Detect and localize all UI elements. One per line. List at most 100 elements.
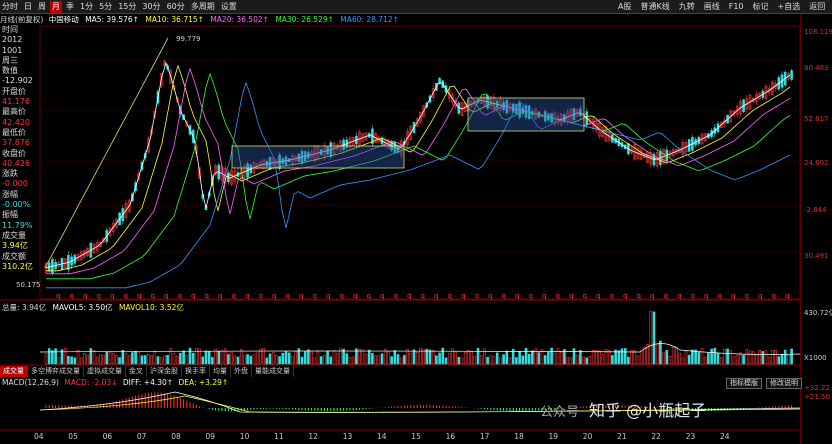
- volume-bar: [582, 356, 585, 365]
- volume-bar: [252, 354, 256, 365]
- volume-bar: [342, 348, 345, 365]
- marker-glyph: q: [556, 292, 560, 300]
- volume-bar: [227, 354, 230, 365]
- marker-glyph: q: [772, 292, 776, 300]
- volume-bar: [777, 356, 781, 365]
- volume-bar: [598, 350, 601, 365]
- info-value: 1001: [2, 45, 23, 55]
- volume-bar: [316, 351, 320, 365]
- volume-bar: [435, 355, 438, 365]
- indicator-tab-5[interactable]: 换手率: [182, 366, 210, 377]
- volume-bar: [73, 357, 77, 365]
- volume-legend: 总量: 3.94亿 MAVOL5: 3.50亿 MAVOL10: 3.52亿: [2, 302, 184, 313]
- indicator-tab-2[interactable]: 虚拟成交量: [84, 366, 126, 377]
- info-value: 37.876: [2, 138, 30, 148]
- volume-bar: [502, 354, 505, 365]
- indicator-tab-3[interactable]: 金叉: [126, 366, 147, 377]
- consolidation-box: [231, 145, 405, 169]
- volume-bar: [566, 357, 569, 365]
- candle-body: [790, 70, 793, 80]
- volume-bar: [275, 355, 278, 365]
- marker-glyph: q: [340, 292, 344, 300]
- volume-bar: [374, 355, 377, 365]
- ma-line-4: [46, 81, 791, 289]
- marker-glyph: q: [232, 292, 236, 300]
- volume-bar: [515, 357, 518, 365]
- volume-bar: [556, 348, 560, 365]
- volume-bar: [118, 357, 121, 365]
- volume-bar: [620, 348, 624, 365]
- marker-glyph: q: [299, 292, 303, 300]
- time-tick: 12: [308, 432, 318, 441]
- volume-bar: [790, 348, 793, 365]
- volume-bar: [307, 349, 310, 365]
- volume-bar: [521, 355, 525, 365]
- marker-glyph: q: [70, 292, 74, 300]
- volume-bar: [326, 350, 329, 365]
- volume-bar: [403, 355, 406, 365]
- info-value: 41.176: [2, 97, 30, 107]
- volume-bar: [495, 352, 499, 365]
- marker-glyph: q: [488, 292, 492, 300]
- edit-description-button[interactable]: 修改说明: [766, 378, 802, 389]
- marker-glyph: q: [664, 292, 668, 300]
- time-tick: 16: [445, 432, 456, 441]
- indicator-tab-7[interactable]: 外盘: [231, 366, 252, 377]
- volume-bar: [595, 350, 598, 365]
- marker-glyph: q: [542, 292, 546, 300]
- indicator-template-button[interactable]: 指标模版: [726, 378, 762, 389]
- volume-bar: [473, 355, 477, 365]
- volume-bar: [230, 352, 233, 365]
- volume-bar: [550, 347, 553, 365]
- time-tick: 23: [685, 432, 696, 441]
- volume-bar: [627, 356, 630, 365]
- volume-bar: [54, 348, 57, 365]
- volume-bar: [655, 343, 659, 365]
- volume-bar: [313, 357, 317, 365]
- volume-bar: [51, 350, 54, 365]
- volume-bar: [153, 351, 157, 365]
- volume-bar: [399, 357, 403, 365]
- price-panel-border: [39, 25, 800, 300]
- indicator-tab-1[interactable]: 多空博弈成交量: [28, 366, 84, 377]
- volume-bar: [636, 355, 640, 365]
- volume-bar: [131, 352, 134, 365]
- volume-bar: [764, 350, 768, 365]
- info-value: -12.902: [2, 76, 33, 86]
- volume-bar: [367, 349, 371, 365]
- info-value: -0.00%: [2, 200, 31, 210]
- volume-bar: [681, 357, 685, 365]
- indicator-tab-8[interactable]: 量能成交量: [252, 366, 294, 377]
- volume-bar: [588, 355, 592, 365]
- volume-bar: [137, 352, 141, 365]
- volume-bar: [271, 352, 275, 365]
- volume-bar: [723, 349, 726, 365]
- info-key: 涨幅: [2, 189, 18, 199]
- volume-bar: [211, 357, 214, 365]
- info-panel: 时间 2012 1001 周三 数值 -12.902 开盘价 41.176 最高价 42.420 最…: [2, 25, 40, 272]
- volume-bar: [303, 351, 307, 365]
- volume-bar: [220, 350, 224, 365]
- marker-glyph: q: [623, 292, 627, 300]
- time-tick: 15: [411, 432, 421, 441]
- indicator-tab-0[interactable]: 成交量: [0, 366, 28, 377]
- toolbar-right-button-7[interactable]: 返回: [807, 1, 827, 13]
- time-tick: 20: [582, 432, 593, 441]
- volume-bar: [719, 357, 723, 365]
- volume-bar: [684, 350, 688, 365]
- volume-bar: [70, 356, 73, 365]
- marker-glyph: q: [637, 292, 641, 300]
- indicator-tab-6[interactable]: 均量: [210, 366, 231, 377]
- volume-bar: [207, 350, 211, 365]
- volume-bar: [147, 353, 150, 365]
- volume-bar: [329, 356, 333, 365]
- marker-glyph: q: [691, 292, 695, 300]
- volume-bar: [380, 353, 384, 365]
- volume-bar: [175, 355, 179, 365]
- volume-bar: [662, 352, 665, 365]
- indicator-tab-4[interactable]: 沪深金股: [147, 366, 182, 377]
- volume-bar: [441, 347, 445, 365]
- volume-bar: [172, 353, 176, 365]
- volume-bar: [348, 357, 352, 365]
- time-tick: 06: [102, 432, 113, 441]
